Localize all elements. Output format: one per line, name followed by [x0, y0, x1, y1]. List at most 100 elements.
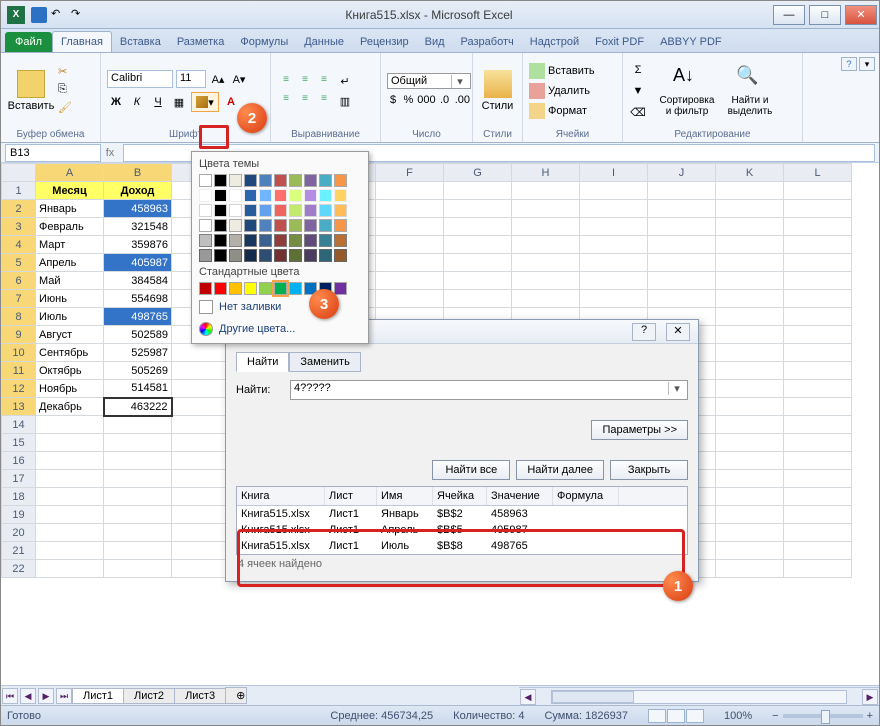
cell[interactable] [512, 236, 580, 254]
cell[interactable]: Февраль [36, 218, 104, 236]
color-swatch[interactable] [334, 189, 347, 202]
color-swatch[interactable] [274, 174, 287, 187]
sort-filter-button[interactable]: A↓ Сортировка и фильтр [656, 58, 718, 124]
row-header[interactable]: 7 [2, 290, 36, 308]
cell[interactable]: 359876 [104, 236, 172, 254]
autosum-icon[interactable]: Σ [629, 61, 647, 79]
cell[interactable] [784, 272, 852, 290]
color-swatch[interactable] [319, 174, 332, 187]
color-swatch[interactable] [244, 204, 257, 217]
cell[interactable] [716, 236, 784, 254]
tab-formulas[interactable]: Формулы [232, 32, 296, 52]
cell[interactable] [580, 236, 648, 254]
cell[interactable]: 502589 [104, 326, 172, 344]
dialog-help-button[interactable]: ? [632, 323, 656, 341]
color-swatch[interactable] [244, 249, 257, 262]
cell[interactable] [104, 488, 172, 506]
insert-cells[interactable]: Вставить [529, 63, 595, 79]
color-swatch[interactable] [214, 234, 227, 247]
cell[interactable]: 498765 [104, 308, 172, 326]
color-swatch[interactable] [259, 189, 272, 202]
color-swatch[interactable] [199, 174, 212, 187]
color-swatch[interactable] [199, 204, 212, 217]
color-swatch[interactable] [274, 234, 287, 247]
cell[interactable] [580, 290, 648, 308]
cell[interactable] [784, 290, 852, 308]
cell[interactable]: 405987 [104, 254, 172, 272]
cell[interactable] [784, 254, 852, 272]
color-swatch[interactable] [259, 219, 272, 232]
color-swatch[interactable] [229, 219, 242, 232]
cell[interactable] [104, 452, 172, 470]
cell[interactable] [784, 452, 852, 470]
color-swatch[interactable] [334, 249, 347, 262]
cell[interactable] [716, 560, 784, 578]
cell[interactable] [716, 290, 784, 308]
cell[interactable] [104, 542, 172, 560]
cell[interactable] [784, 344, 852, 362]
find-next-button[interactable]: Найти далее [516, 460, 604, 480]
cell[interactable] [512, 254, 580, 272]
row-header[interactable]: 3 [2, 218, 36, 236]
row-header[interactable]: 10 [2, 344, 36, 362]
cell[interactable] [716, 416, 784, 434]
col-header[interactable]: L [784, 164, 852, 182]
alignment-buttons[interactable]: ≡≡≡≡≡≡ [277, 73, 333, 110]
color-swatch[interactable] [319, 204, 332, 217]
border-button[interactable]: ▦ [170, 93, 188, 111]
color-swatch[interactable] [334, 219, 347, 232]
cell[interactable]: Июнь [36, 290, 104, 308]
cell[interactable] [104, 506, 172, 524]
header-cell[interactable]: Месяц [36, 182, 104, 200]
cell[interactable] [716, 326, 784, 344]
color-swatch[interactable] [199, 189, 212, 202]
parameters-button[interactable]: Параметры >> [591, 420, 688, 440]
font-color-button[interactable]: A [222, 93, 240, 111]
row-header[interactable]: 5 [2, 254, 36, 272]
cell[interactable] [104, 560, 172, 578]
cell[interactable]: Октябрь [36, 362, 104, 380]
minimize-ribbon-icon[interactable]: ▾ [859, 57, 875, 71]
clear-icon[interactable]: ⌫ [629, 103, 647, 121]
cell[interactable] [648, 254, 716, 272]
cell[interactable] [512, 182, 580, 200]
cell[interactable] [36, 416, 104, 434]
cell[interactable] [36, 542, 104, 560]
color-swatch[interactable] [334, 204, 347, 217]
cell[interactable] [784, 398, 852, 416]
cell[interactable] [784, 506, 852, 524]
find-results[interactable]: Книга Лист Имя Ячейка Значение Формула К… [236, 486, 688, 555]
cell[interactable] [784, 200, 852, 218]
cell[interactable]: 384584 [104, 272, 172, 290]
color-swatch[interactable] [244, 234, 257, 247]
color-swatch[interactable] [289, 189, 302, 202]
cell[interactable] [784, 524, 852, 542]
cell[interactable] [104, 434, 172, 452]
zoom-slider[interactable]: −+ [772, 710, 873, 722]
cell[interactable] [444, 272, 512, 290]
cell[interactable] [784, 308, 852, 326]
color-swatch[interactable] [199, 282, 212, 295]
color-swatch[interactable] [259, 174, 272, 187]
view-buttons[interactable] [648, 709, 704, 723]
row-header[interactable]: 19 [2, 506, 36, 524]
row-header[interactable]: 13 [2, 398, 36, 416]
cell[interactable]: Декабрь [36, 398, 104, 416]
color-swatch[interactable] [304, 234, 317, 247]
color-swatch[interactable] [319, 189, 332, 202]
cell[interactable] [784, 182, 852, 200]
cell[interactable] [36, 452, 104, 470]
tab-replace[interactable]: Заменить [289, 352, 360, 372]
dialog-close-button[interactable]: ✕ [666, 323, 690, 341]
find-input[interactable]: 4????? [290, 380, 688, 400]
row-header[interactable]: 18 [2, 488, 36, 506]
undo-icon[interactable]: ↶ [51, 7, 67, 23]
color-swatch[interactable] [274, 249, 287, 262]
close-button[interactable]: ✕ [845, 5, 877, 25]
cell[interactable] [376, 290, 444, 308]
row-header[interactable]: 8 [2, 308, 36, 326]
italic-button[interactable]: К [128, 93, 146, 111]
color-swatch[interactable] [259, 204, 272, 217]
tab-find[interactable]: Найти [236, 352, 289, 372]
col-header[interactable]: J [648, 164, 716, 182]
